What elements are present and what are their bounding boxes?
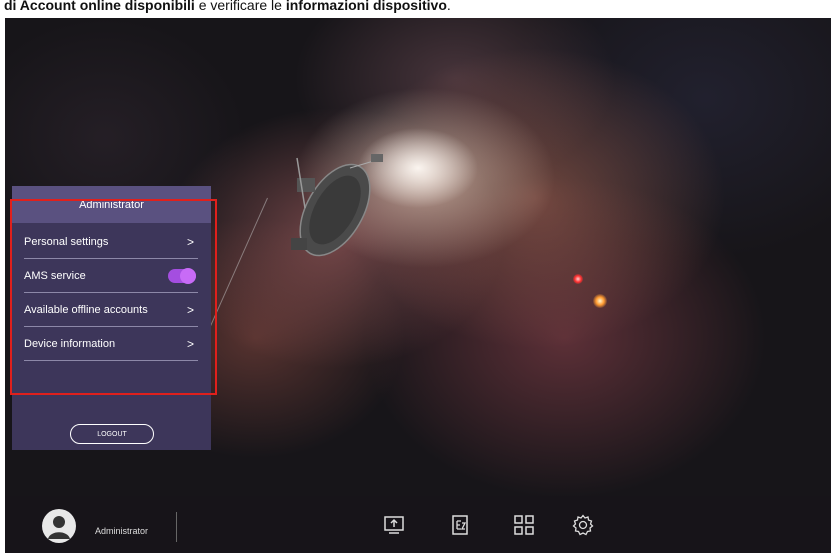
menu-item-offline-accounts[interactable]: Available offline accounts >: [24, 293, 198, 327]
chevron-right-icon: >: [186, 234, 194, 249]
menu-header-title: Administrator: [12, 186, 211, 223]
caption-bold-2: informazioni dispositivo: [285, 0, 447, 13]
user-avatar-icon[interactable]: [42, 509, 76, 543]
logout-button[interactable]: LOGOUT: [70, 424, 154, 444]
menu-item-label: Device information: [24, 337, 116, 350]
caption-bold-1: di Account online disponibili: [4, 0, 195, 13]
menu-item-ams-service: AMS service: [24, 259, 198, 293]
menu-item-personal-settings[interactable]: Personal settings >: [24, 225, 198, 259]
star-flare-orange: [593, 294, 607, 308]
user-menu-panel: Administrator Personal settings > AMS se…: [12, 186, 211, 450]
taskbar-user-name: Administrator: [95, 526, 149, 536]
settings-gear-icon[interactable]: [572, 514, 594, 536]
screen-share-icon[interactable]: [383, 514, 405, 536]
ez-write-icon[interactable]: [449, 514, 471, 536]
star-flare-red: [573, 274, 583, 284]
chevron-right-icon: >: [186, 302, 194, 317]
caption-text-1: e verificare le: [194, 0, 286, 13]
menu-item-label: Available offline accounts: [24, 303, 148, 316]
toggle-knob: [180, 268, 196, 284]
taskbar: Administrator: [5, 496, 831, 553]
menu-item-label: Personal settings: [24, 235, 109, 248]
menu-item-device-information[interactable]: Device information >: [24, 327, 198, 361]
caption-end: .: [446, 0, 451, 13]
menu-item-label: AMS service: [24, 269, 86, 282]
instruction-caption: di Account online disponibili e verifica…: [0, 0, 834, 18]
apps-grid-icon[interactable]: [513, 514, 535, 536]
space-probe-image: [291, 154, 383, 257]
chevron-right-icon: >: [186, 336, 194, 351]
taskbar-divider: [176, 512, 177, 542]
ams-service-toggle[interactable]: [168, 268, 196, 284]
